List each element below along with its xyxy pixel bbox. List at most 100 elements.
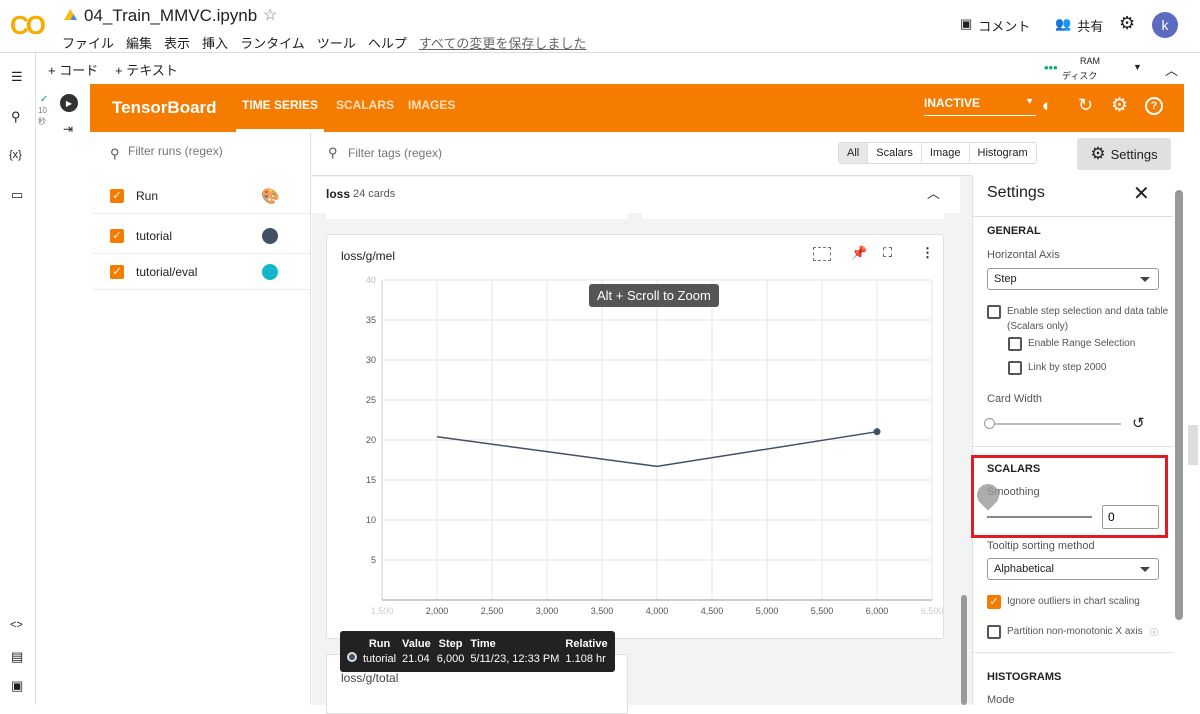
search-icon[interactable]: ⚲ (11, 109, 21, 125)
people-icon: 👥 (1055, 16, 1072, 31)
notebook-title[interactable]: 04_Train_MMVC.ipynb (84, 6, 257, 26)
card-title: loss/g/total (341, 671, 399, 685)
mode-label: Mode (987, 694, 1015, 706)
checkbox[interactable]: ✓ (110, 188, 124, 203)
slider-thumb[interactable] (984, 418, 995, 429)
chip-histogram[interactable]: Histogram (970, 143, 1036, 163)
tag-filter-bar: ⚲ All Scalars Image Histogram (312, 132, 1037, 176)
code-snippets-icon[interactable]: <> (10, 619, 23, 631)
settings-scrollbar[interactable] (1175, 190, 1183, 620)
menu-view[interactable]: 表示 (164, 33, 190, 52)
partition-label: Partition non-monotonic X axis (1007, 626, 1143, 637)
reload-icon[interactable]: ↻ (1078, 95, 1093, 116)
link-step-label: Link by step 2000 (1028, 362, 1107, 373)
menu-file[interactable]: ファイル (62, 33, 114, 52)
main-scrollbar[interactable] (961, 595, 967, 705)
gear-icon: ⚙ (1090, 144, 1106, 163)
help-icon[interactable]: ? (1145, 97, 1163, 115)
tensorboard-title: TensorBoard (112, 98, 217, 117)
chart-tooltip: Run Value Step Time Relative tutorial 21.04 6,… (340, 631, 615, 672)
share-button[interactable]: 👥 共有 (1055, 16, 1103, 35)
divider (973, 652, 1173, 653)
collapse-icon[interactable]: ︿ (1165, 60, 1178, 79)
run-item[interactable]: ✓ tutorial (92, 218, 310, 254)
command-palette-icon[interactable]: ▤ (11, 649, 23, 665)
variables-icon[interactable]: {x} (9, 149, 22, 161)
partition-checkbox[interactable] (987, 625, 1001, 639)
status-select[interactable]: INACTIVE ▼ (924, 96, 1036, 116)
x-tick-label: 3,500 (591, 606, 614, 616)
tooltip-sort-label: Tooltip sorting method (987, 540, 1095, 552)
menu-bar: ファイル 編集 表示 挿入 ランタイム ツール ヘルプ すべての変更を保存しまし… (62, 33, 598, 52)
terminal-icon[interactable]: ▣ (11, 678, 23, 694)
smoothing-slider[interactable] (972, 479, 1092, 518)
toc-icon[interactable]: ☰ (11, 69, 23, 85)
run-color-swatch[interactable] (262, 263, 278, 280)
card-stub (642, 213, 944, 219)
star-icon[interactable]: ☆ (263, 5, 277, 25)
reset-icon[interactable]: ↺ (1132, 414, 1145, 432)
ignore-outliers-checkbox[interactable]: ✓ (987, 595, 1001, 609)
x-tick-label: 2,500 (481, 606, 504, 616)
tab-time-series[interactable]: TIME SERIES (236, 84, 324, 132)
drive-icon (64, 9, 77, 20)
link-step-checkbox[interactable] (1008, 361, 1022, 375)
chip-scalars[interactable]: Scalars (868, 143, 922, 163)
run-item[interactable]: ✓ Run 🎨 (92, 178, 310, 214)
range-selection-checkbox[interactable] (1008, 337, 1022, 351)
x-tick-label: 6,000 (866, 606, 889, 616)
page-scrollbar[interactable] (1188, 425, 1198, 465)
horizontal-axis-select[interactable]: Step (987, 268, 1159, 290)
folder-icon[interactable]: ▭ (11, 187, 23, 203)
run-cell-button[interactable]: ▶ (60, 94, 78, 112)
palette-icon[interactable]: 🎨 (261, 187, 280, 205)
checkbox[interactable]: ✓ (110, 264, 124, 279)
add-text-button[interactable]: + テキスト (115, 60, 178, 79)
x-tick-label: 4,000 (646, 606, 669, 616)
gear-icon[interactable]: ⚙ (1119, 13, 1135, 34)
checkbox[interactable]: ✓ (110, 228, 124, 243)
disk-label[interactable]: ディスク (1062, 69, 1097, 82)
y-tick-label: 35 (366, 315, 376, 325)
ignore-outliers-label: Ignore outliers in chart scaling (1007, 596, 1140, 607)
menu-help[interactable]: ヘルプ (368, 33, 407, 52)
divider (973, 216, 1173, 217)
chevron-down-icon[interactable]: ▼ (1133, 62, 1142, 72)
type-chips: All Scalars Image Histogram (838, 142, 1037, 164)
chip-image[interactable]: Image (922, 143, 970, 163)
filter-tags-input[interactable] (348, 146, 648, 160)
collapse-icon[interactable]: ︿ (927, 183, 940, 202)
card-width-slider[interactable] (984, 418, 1121, 429)
menu-tools[interactable]: ツール (317, 33, 356, 52)
filter-runs-input[interactable] (128, 144, 298, 158)
settings-gear-icon[interactable]: ⚙ (1111, 94, 1128, 117)
menu-runtime[interactable]: ランタイム (240, 33, 305, 52)
card-stub (326, 213, 628, 219)
smoothing-input[interactable] (1102, 505, 1159, 529)
group-header[interactable]: loss 24 cards ︿ (312, 177, 960, 213)
tooltip-sort-select[interactable]: Alphabetical (987, 558, 1159, 580)
x-tick-label: 5,500 (811, 606, 834, 616)
step-selection-checkbox[interactable] (987, 305, 1001, 319)
theme-icon[interactable]: ◐ (1042, 96, 1052, 116)
run-item[interactable]: ✓ tutorial/eval (92, 254, 310, 290)
save-status[interactable]: すべての変更を保存しました (419, 33, 587, 52)
ram-label[interactable]: RAM (1080, 56, 1100, 66)
range-selection-label: Enable Range Selection (1028, 338, 1136, 349)
tab-scalars[interactable]: SCALARS (336, 84, 394, 132)
menu-edit[interactable]: 編集 (126, 33, 152, 52)
search-icon: ⚲ (328, 145, 338, 160)
comment-button[interactable]: ▣ コメント (960, 16, 1030, 35)
menu-insert[interactable]: 挿入 (202, 33, 228, 52)
close-icon[interactable]: ✕ (1133, 181, 1150, 206)
output-icon[interactable]: ⇥ (63, 122, 73, 136)
tab-images[interactable]: IMAGES (408, 84, 455, 132)
more-icon[interactable]: ••• (1044, 60, 1058, 75)
info-icon[interactable]: ⓘ (1150, 627, 1158, 638)
add-code-button[interactable]: + コード (48, 60, 98, 79)
colab-logo[interactable]: CO (10, 10, 46, 41)
chip-all[interactable]: All (839, 143, 869, 163)
avatar[interactable]: k (1152, 12, 1178, 38)
settings-button[interactable]: ⚙ Settings (1077, 138, 1171, 170)
run-color-swatch[interactable] (262, 227, 278, 244)
